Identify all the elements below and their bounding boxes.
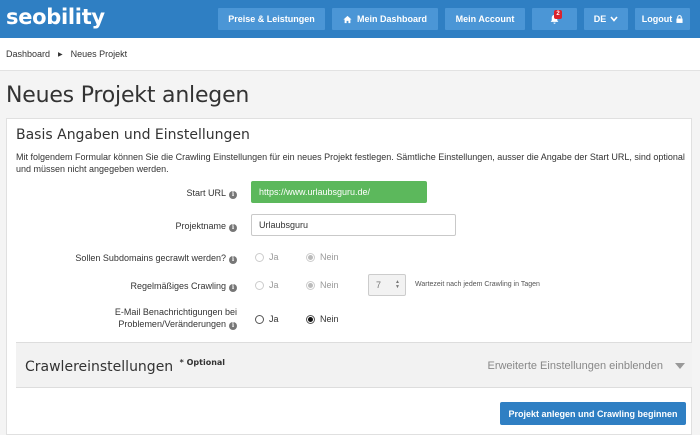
language-label: DE — [593, 14, 607, 24]
crawl-interval-hint: Wartezeit nach jedem Crawling in Tagen — [415, 281, 540, 288]
page-title: Neues Projekt anlegen — [6, 83, 250, 108]
subdomains-no-label: Nein — [320, 252, 339, 262]
start-url-input[interactable]: https://www.urlaubsguru.de/ — [251, 181, 427, 203]
crawl-interval-value: 7 — [376, 280, 382, 290]
projektname-input[interactable]: Urlaubsguru — [251, 214, 456, 236]
subdomains-yes-label: Ja — [269, 252, 279, 262]
crawler-settings-panel[interactable]: Crawlereinstellungen * Optional Erweiter… — [16, 342, 692, 388]
logo[interactable]: seobility — [6, 5, 105, 29]
regular-crawling-label: Regelmäßiges Crawling i — [130, 280, 237, 292]
submit-button[interactable]: Projekt anlegen und Crawling beginnen — [500, 402, 686, 425]
email-no-label: Nein — [320, 314, 339, 324]
section-description: Mit folgendem Formular können Sie die Cr… — [16, 152, 685, 174]
home-icon — [343, 15, 352, 23]
radio-circle — [255, 280, 264, 290]
info-icon[interactable]: i — [229, 191, 237, 199]
language-dropdown[interactable]: DE — [584, 8, 628, 30]
section-title: Basis Angaben und Einstellungen — [16, 127, 250, 143]
projektname-label: Projektname i — [175, 220, 237, 232]
projektname-label-text: Projektname — [175, 221, 226, 231]
subdomains-radio-yes[interactable]: Ja — [255, 252, 279, 262]
email-label-line2: Problemen/Veränderungen — [118, 319, 226, 329]
chevron-down-icon — [610, 16, 618, 22]
chevron-down-icon[interactable] — [675, 363, 685, 369]
optional-label: * Optional — [179, 358, 226, 367]
info-icon[interactable]: i — [229, 284, 237, 292]
expand-settings-link[interactable]: Erweiterte Einstellungen einblenden — [487, 360, 663, 372]
project-form-card: Basis Angaben und Einstellungen Mit folg… — [6, 118, 692, 435]
info-icon[interactable]: i — [229, 256, 237, 264]
stepper-arrows-icon[interactable]: ▲ ▼ — [395, 280, 400, 290]
email-radio-yes[interactable]: Ja — [255, 314, 279, 324]
breadcrumb-separator-icon: ▶ — [58, 51, 63, 58]
regular-crawling-radio-no[interactable]: Nein — [306, 280, 339, 290]
subdomains-radio-no[interactable]: Nein — [306, 252, 339, 262]
regular-crawling-radio-yes[interactable]: Ja — [255, 280, 279, 290]
logout-button[interactable]: Logout — [635, 8, 690, 30]
radio-circle — [306, 252, 315, 262]
nav-preise-button[interactable]: Preise & Leistungen — [218, 8, 325, 30]
nav-account-button[interactable]: Mein Account — [445, 8, 525, 30]
breadcrumb-current: Neues Projekt — [70, 49, 128, 59]
notification-badge: 2 — [554, 10, 562, 19]
crawl-interval-stepper[interactable]: 7 ▲ ▼ — [368, 274, 406, 296]
regular-crawling-no-label: Nein — [320, 280, 339, 290]
regular-crawling-yes-label: Ja — [269, 280, 279, 290]
crawler-settings-title: Crawlereinstellungen * Optional — [25, 358, 225, 375]
nav-preise-label: Preise & Leistungen — [228, 14, 315, 24]
projektname-value: Urlaubsguru — [259, 220, 309, 230]
radio-circle — [306, 280, 315, 290]
logout-label: Logout — [641, 14, 673, 24]
info-icon[interactable]: i — [229, 224, 237, 232]
radio-circle — [306, 314, 315, 324]
info-icon[interactable]: i — [229, 322, 237, 330]
regular-crawling-label-text: Regelmäßiges Crawling — [130, 281, 226, 291]
notifications-button[interactable]: 2 — [532, 8, 577, 30]
email-label-line1: E-Mail Benachrichtigungen bei — [114, 307, 237, 317]
start-url-label: Start URL i — [186, 187, 237, 199]
subdomains-label-text: Sollen Subdomains gecrawlt werden? — [75, 253, 226, 263]
email-radio-no[interactable]: Nein — [306, 314, 339, 324]
nav-dashboard-button[interactable]: Mein Dashboard — [332, 8, 438, 30]
lock-icon — [676, 15, 683, 23]
nav-account-label: Mein Account — [455, 14, 515, 24]
radio-circle — [255, 252, 264, 262]
email-yes-label: Ja — [269, 314, 279, 324]
subdomains-label: Sollen Subdomains gecrawlt werden? i — [75, 252, 237, 264]
start-url-label-text: Start URL — [186, 188, 226, 198]
radio-circle — [255, 314, 264, 324]
crawler-title-text: Crawlereinstellungen — [25, 359, 174, 375]
start-url-value: https://www.urlaubsguru.de/ — [259, 187, 371, 197]
breadcrumb: Dashboard ▶ Neues Projekt — [0, 38, 700, 71]
nav-dashboard-label: Mein Dashboard — [356, 14, 427, 24]
email-label-line2-wrap: Problemen/Veränderungen i — [115, 318, 237, 330]
email-notifications-label: E-Mail Benachrichtigungen bei Problemen/… — [115, 306, 237, 330]
breadcrumb-home[interactable]: Dashboard — [6, 49, 50, 59]
top-bar: seobility Preise & Leistungen Mein Dashb… — [0, 0, 700, 38]
